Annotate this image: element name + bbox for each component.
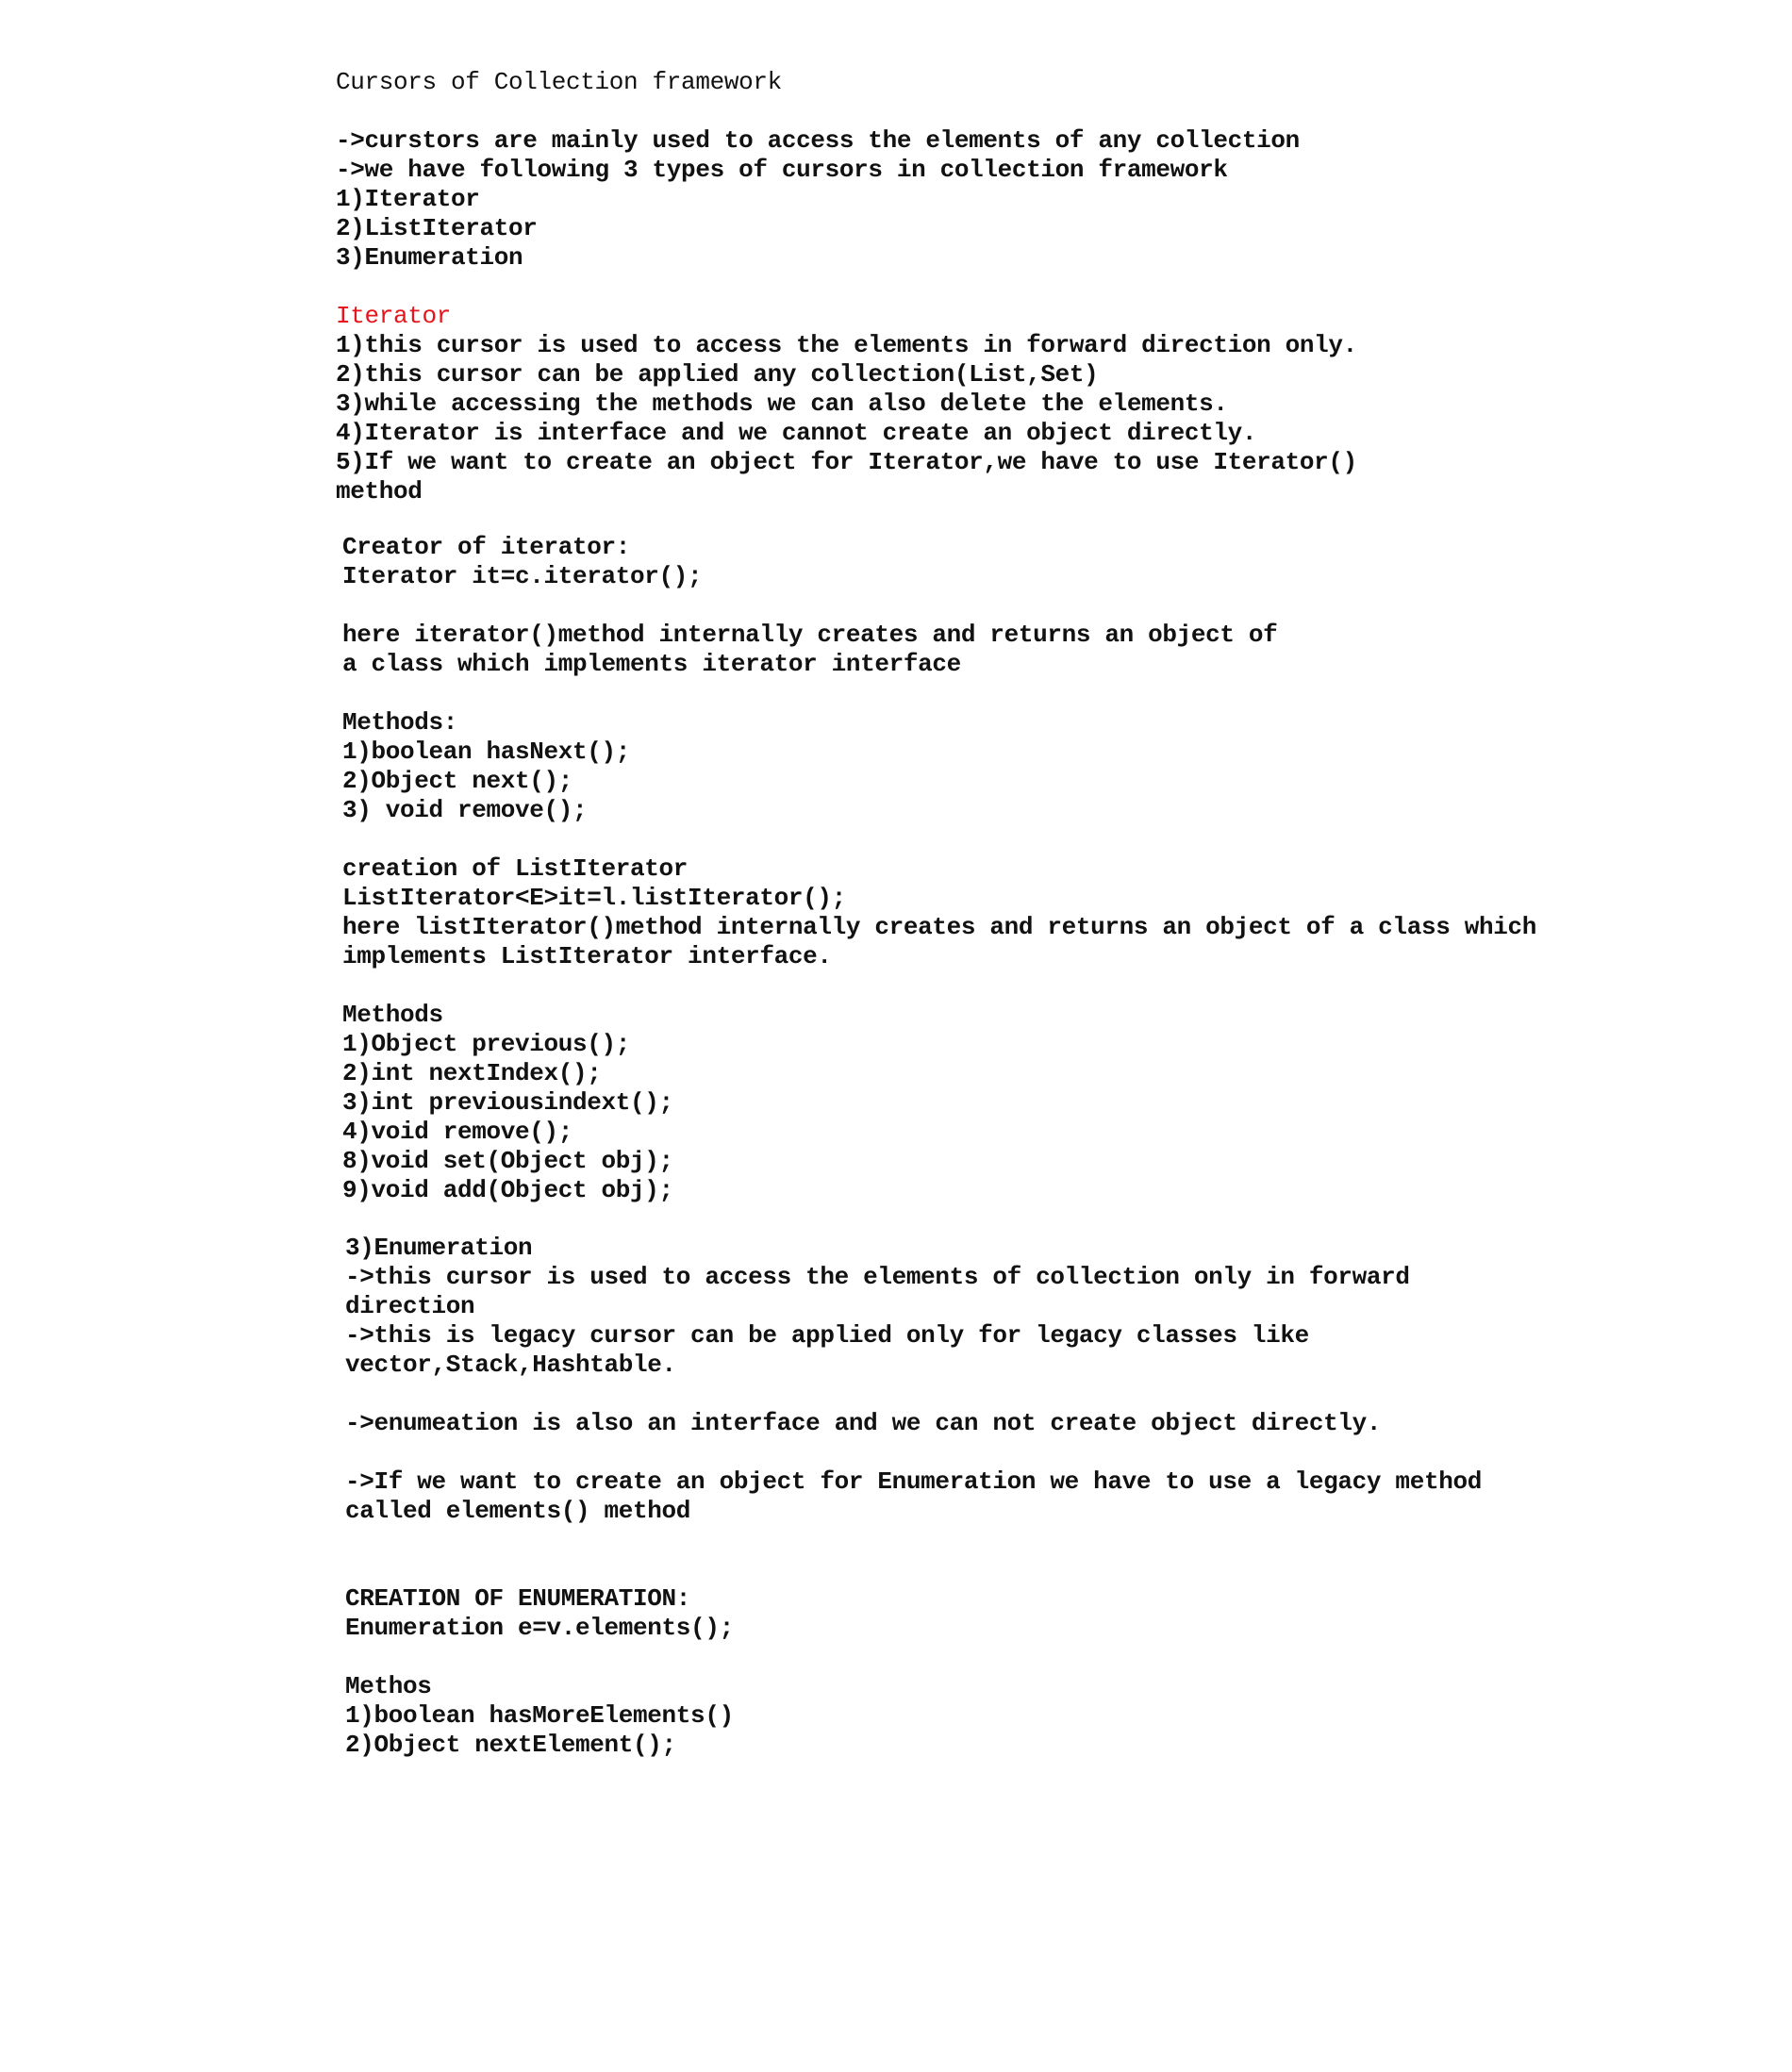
enumeration-line: ->this is legacy cursor can be applied o… — [345, 1321, 1309, 1350]
listiterator-creation-line: implements ListIterator interface. — [342, 942, 832, 970]
iterator-point: 4)Iterator is interface and we cannot cr… — [336, 419, 1257, 447]
enumeration-line: vector,Stack,Hashtable. — [345, 1351, 676, 1379]
iterator-methods-line: 3) void remove(); — [342, 796, 588, 824]
listiterator-methods-line: 3)int previousindext(); — [342, 1088, 673, 1117]
intro-line: ->curstors are mainly used to access the… — [336, 126, 1300, 155]
enumeration-create-note: called elements() method — [345, 1497, 691, 1525]
iterator-point: method — [336, 477, 423, 506]
iterator-point: 1)this cursor is used to access the elem… — [336, 331, 1357, 359]
enumeration-line: ->this cursor is used to access the elem… — [345, 1263, 1410, 1291]
enumeration-line: direction — [345, 1292, 475, 1320]
iterator-methods-line: 1)boolean hasNext(); — [342, 738, 631, 766]
iterator-explanation-line: a class which implements iterator interf… — [342, 650, 961, 678]
iterator-heading: Iterator — [336, 302, 452, 330]
listiterator-creation-line: here listIterator()method internally cre… — [342, 913, 1536, 941]
iterator-point: 5)If we want to create an object for Ite… — [336, 448, 1357, 476]
listiterator-methods-line: 4)void remove(); — [342, 1118, 573, 1146]
iterator-methods-line: 2)Object next(); — [342, 767, 573, 795]
intro-line: 1)Iterator — [336, 185, 480, 213]
listiterator-methods-line: 2)int nextIndex(); — [342, 1059, 602, 1087]
intro-line: 3)Enumeration — [336, 243, 523, 272]
iterator-methods-line: Methods: — [342, 708, 458, 737]
enumeration-creation-line: CREATION OF ENUMERATION: — [345, 1584, 691, 1613]
intro-line: 2)ListIterator — [336, 214, 538, 242]
enumeration-create-note: ->If we want to create an object for Enu… — [345, 1467, 1482, 1496]
enumeration-methods-line: 2)Object nextElement(); — [345, 1731, 676, 1759]
iterator-explanation-line: here iterator()method internally creates… — [342, 621, 1278, 649]
intro-line: ->we have following 3 types of cursors i… — [336, 156, 1228, 184]
iterator-creation-line: Iterator it=c.iterator(); — [342, 562, 703, 590]
enumeration-methods-line: 1)boolean hasMoreElements() — [345, 1701, 734, 1730]
enumeration-interface-note: ->enumeation is also an interface and we… — [345, 1409, 1382, 1437]
listiterator-creation-line: ListIterator<E>it=l.listIterator(); — [342, 884, 846, 912]
iterator-creation-line: Creator of iterator: — [342, 533, 631, 561]
iterator-point: 3)while accessing the methods we can als… — [336, 390, 1228, 418]
listiterator-methods-line: 1)Object previous(); — [342, 1030, 631, 1058]
listiterator-methods-line: 8)void set(Object obj); — [342, 1147, 673, 1175]
iterator-point: 2)this cursor can be applied any collect… — [336, 360, 1099, 389]
enumeration-line: 3)Enumeration — [345, 1234, 533, 1262]
listiterator-methods-line: Methods — [342, 1001, 443, 1029]
listiterator-creation-line: creation of ListIterator — [342, 854, 689, 883]
enumeration-methods-line: Methos — [345, 1672, 432, 1700]
enumeration-creation-line: Enumeration e=v.elements(); — [345, 1614, 734, 1642]
document-title: Cursors of Collection framework — [336, 68, 782, 96]
document-page: Cursors of Collection framework ->cursto… — [0, 0, 1792, 2072]
listiterator-methods-line: 9)void add(Object obj); — [342, 1176, 673, 1204]
